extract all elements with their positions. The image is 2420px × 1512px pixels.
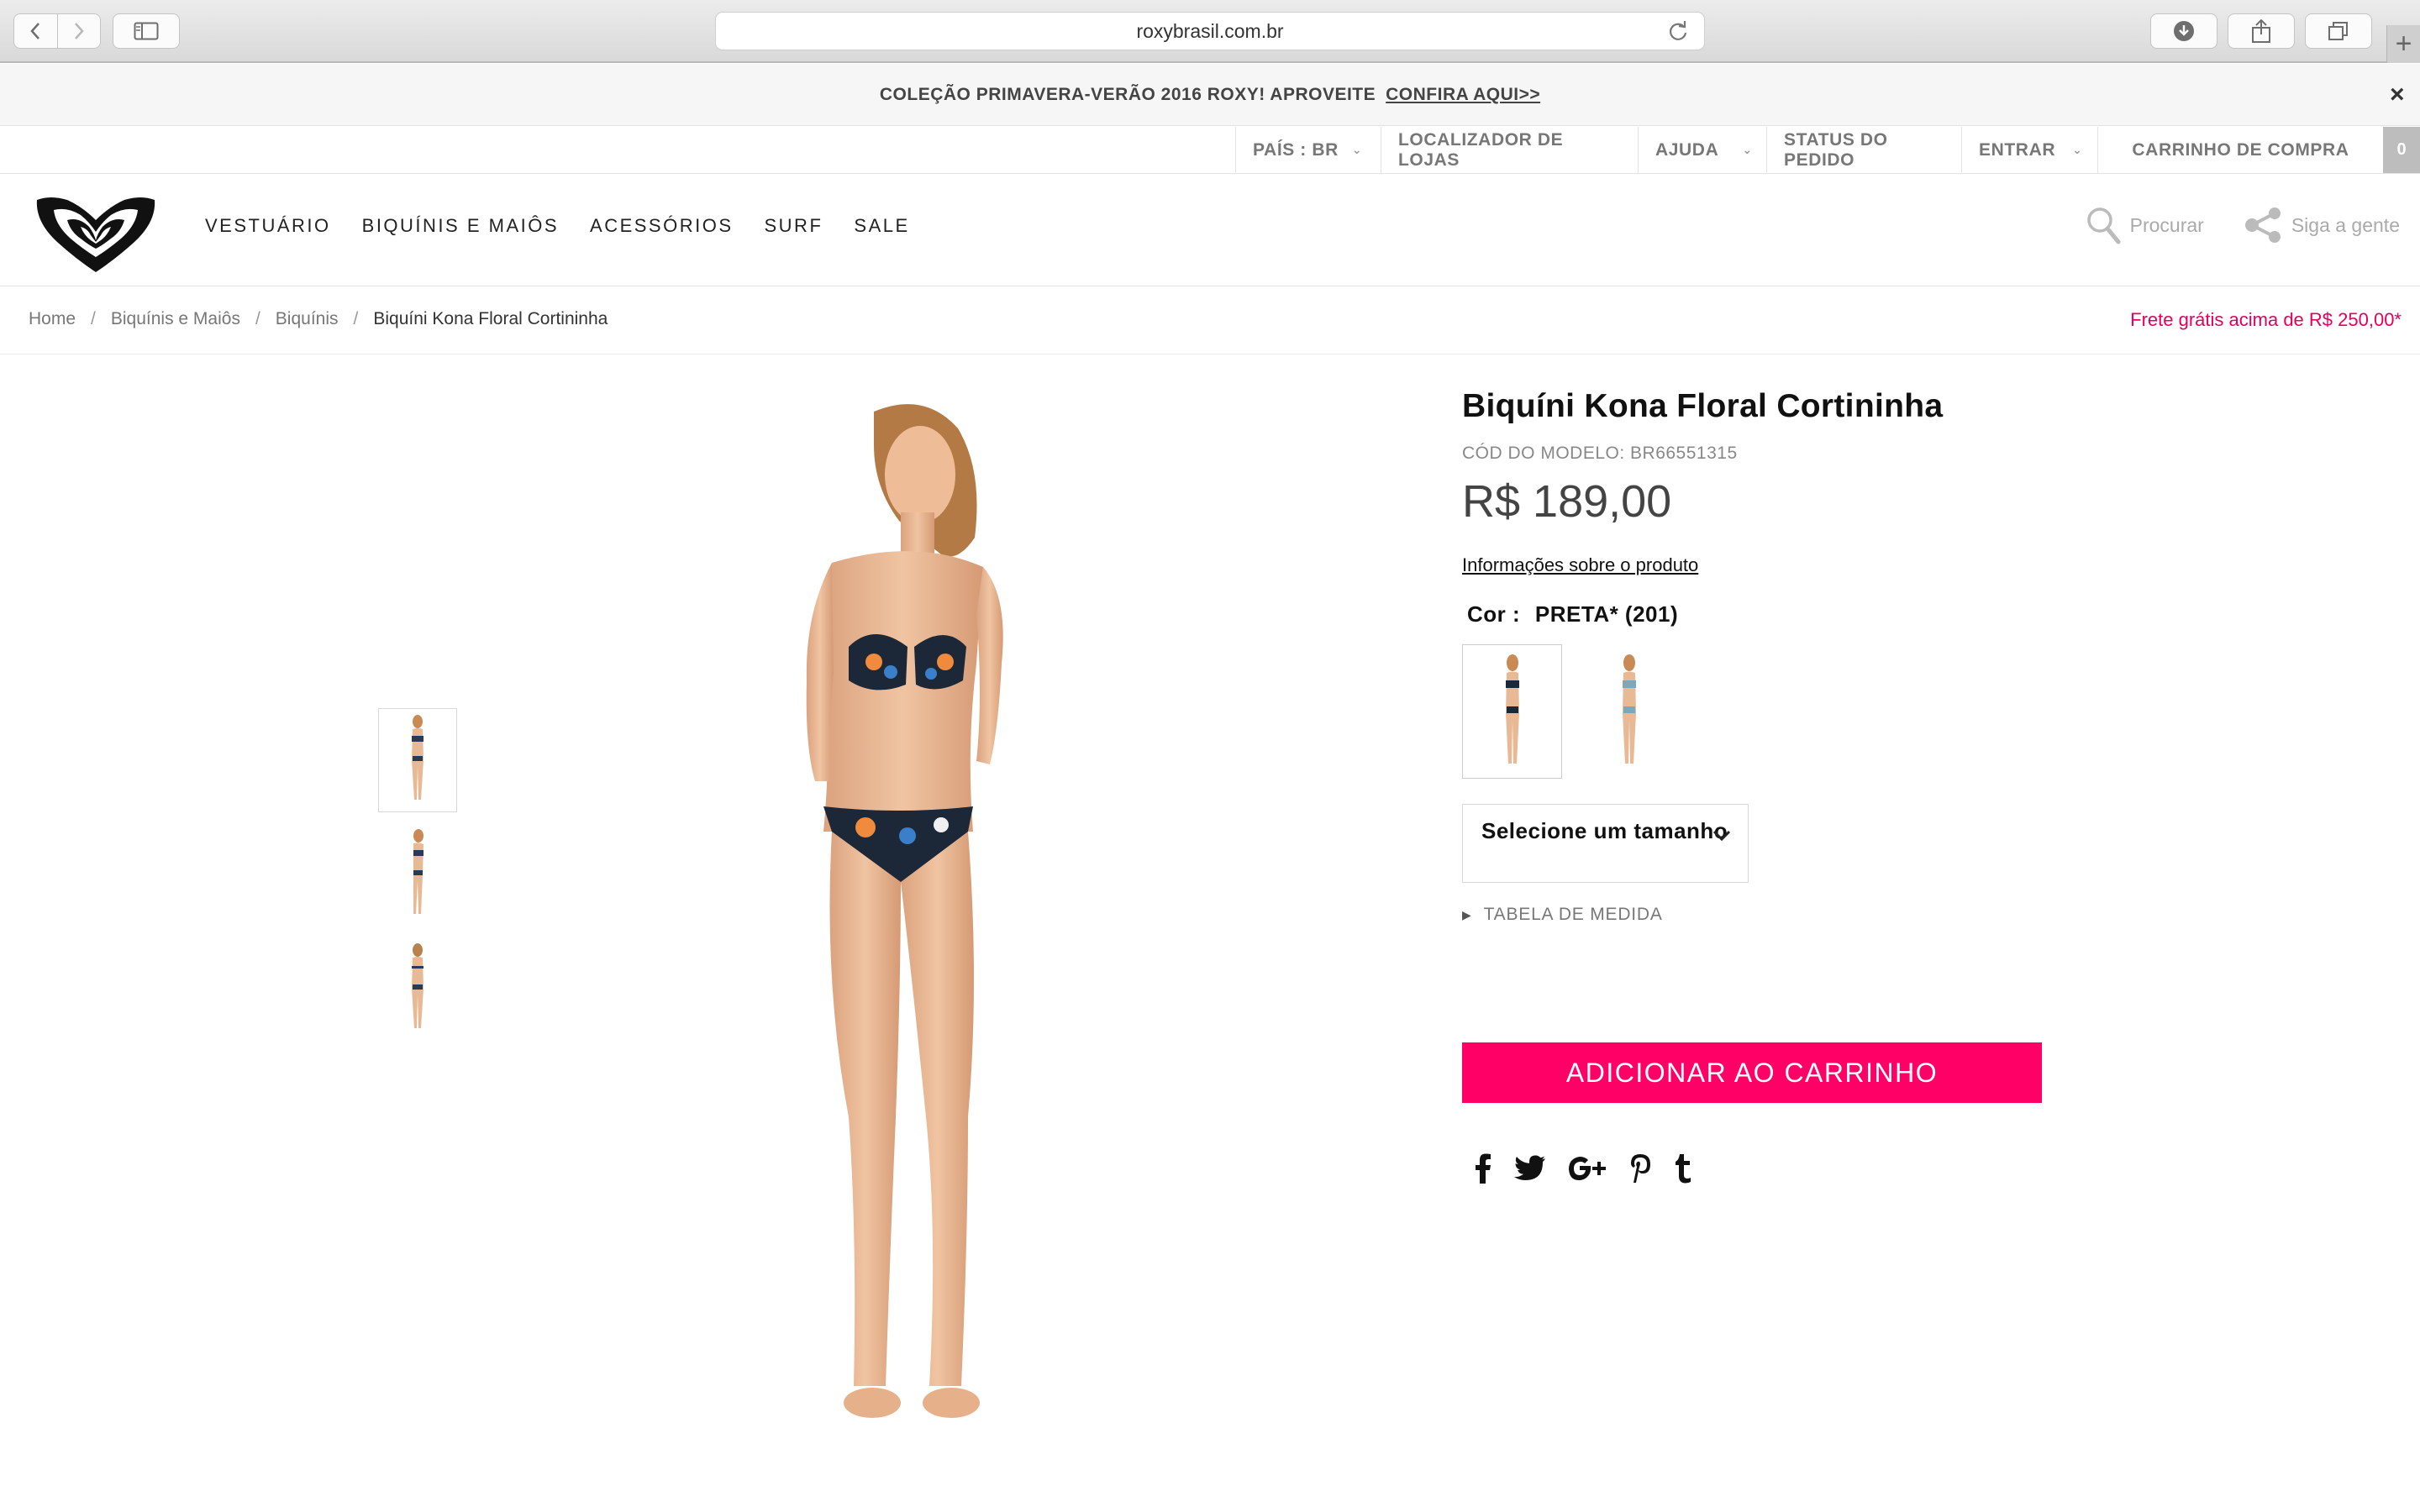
product-price: R$ 189,00 <box>1462 476 1672 527</box>
promo-bar: COLEÇÃO PRIMAVERA-VERÃO 2016 ROXY! APROV… <box>0 64 2420 126</box>
breadcrumb-separator: / <box>91 309 96 328</box>
free-shipping-note: Frete grátis acima de R$ 250,00* <box>2130 309 2402 330</box>
reload-icon[interactable] <box>1667 20 1689 47</box>
product-main-image[interactable] <box>706 395 1076 1453</box>
color-swatches <box>1462 644 2050 779</box>
cart-count-badge[interactable]: 0 <box>2383 127 2420 173</box>
help-menu[interactable]: AJUDA ⌄ <box>1638 127 1766 173</box>
forward-button[interactable] <box>56 14 101 48</box>
breadcrumb-bar: Home / Biquínis e Maiôs / Biquínis / Biq… <box>0 287 2420 354</box>
size-select-value: Selecione um tamanho <box>1481 818 1728 843</box>
chevron-down-icon <box>1712 820 1731 849</box>
thumbnail-back[interactable] <box>378 937 457 1041</box>
search-button[interactable]: Procurar <box>2085 205 2204 245</box>
roxy-logo[interactable] <box>34 192 158 276</box>
order-status-label: STATUS DO PEDIDO <box>1784 129 1888 170</box>
login-label: ENTRAR <box>1979 139 2056 160</box>
sidebar-toggle-button[interactable] <box>113 13 180 49</box>
color-selection: Cor : PRETA* (201) <box>1467 601 2050 627</box>
chevron-down-icon: ⌄ <box>1351 143 1363 156</box>
promo-link[interactable]: CONFIRA AQUI>> <box>1386 85 1540 105</box>
search-label: Procurar <box>2129 213 2204 236</box>
color-value: PRETA* (201) <box>1534 601 1679 627</box>
add-to-cart-button[interactable]: ADICIONAR AO CARRINHO <box>1462 1042 2042 1103</box>
primary-menu: VESTUÁRIO BIQUÍNIS E MAIÔS ACESSÓRIOS SU… <box>205 215 941 237</box>
cart-label: CARRINHO DE COMPRA <box>2132 139 2349 160</box>
twitter-icon[interactable] <box>1514 1155 1546 1182</box>
browser-toolbar: roxybrasil.com.br + <box>0 0 2420 63</box>
chevron-down-icon: ⌄ <box>2072 143 2083 156</box>
menu-item-acessorios[interactable]: ACESSÓRIOS <box>590 215 733 237</box>
downloads-button[interactable] <box>2150 13 2217 49</box>
product-thumbnails <box>378 708 457 1051</box>
cart-link[interactable]: CARRINHO DE COMPRA <box>2097 127 2383 173</box>
share-icon <box>2252 18 2270 43</box>
follow-us-button[interactable]: Siga a gente <box>2244 207 2400 244</box>
follow-us-label: Siga a gente <box>2291 213 2400 236</box>
breadcrumb-biquinis-maios[interactable]: Biquínis e Maiôs <box>111 309 240 329</box>
share-icon <box>2244 207 2281 243</box>
menu-item-vestuario[interactable]: VESTUÁRIO <box>205 215 331 237</box>
size-select[interactable]: Selecione um tamanho <box>1462 804 1749 883</box>
product-info: Biquíni Kona Floral Cortininha CÓD DO MO… <box>1462 388 2050 1184</box>
breadcrumb-separator: / <box>353 309 359 328</box>
google-plus-icon[interactable] <box>1568 1155 1608 1182</box>
address-bar[interactable]: roxybrasil.com.br <box>715 12 1705 50</box>
breadcrumb-biquinis[interactable]: Biquínis <box>276 309 339 329</box>
breadcrumb: Home / Biquínis e Maiôs / Biquínis / Biq… <box>29 309 608 329</box>
size-chart-toggle[interactable]: ▶ TABELA DE MEDIDA <box>1462 905 2050 925</box>
utility-bar: PAÍS : BR ⌄ LOCALIZADOR DE LOJAS AJUDA ⌄ S… <box>0 127 2420 174</box>
country-label: PAÍS : BR <box>1253 139 1339 160</box>
login-menu[interactable]: ENTRAR ⌄ <box>1961 127 2097 173</box>
tabs-icon <box>2328 22 2348 40</box>
help-label: AJUDA <box>1655 139 1719 160</box>
order-status-link[interactable]: STATUS DO PEDIDO <box>1766 127 1961 173</box>
facebook-icon[interactable] <box>1474 1153 1492 1184</box>
search-icon <box>2086 207 2121 244</box>
breadcrumb-separator: / <box>255 309 260 328</box>
back-button[interactable] <box>14 14 57 48</box>
product-info-link[interactable]: Informações sobre o produto <box>1462 554 1698 576</box>
social-share <box>1474 1153 2050 1184</box>
product-title: Biquíni Kona Floral Cortininha <box>1462 388 1944 424</box>
color-swatch-preta[interactable] <box>1462 644 1562 779</box>
store-locator-link[interactable]: LOCALIZADOR DE LOJAS <box>1381 127 1638 173</box>
sidebar-icon <box>134 22 159 40</box>
thumbnail-side[interactable] <box>378 822 457 927</box>
main-header: VESTUÁRIO BIQUÍNIS E MAIÔS ACESSÓRIOS SU… <box>0 175 2420 286</box>
product-code: CÓD DO MODELO: BR66551315 <box>1462 444 1738 463</box>
new-tab-button[interactable]: + <box>2386 25 2420 63</box>
caret-right-icon: ▶ <box>1462 907 1472 921</box>
close-icon[interactable]: × <box>2390 81 2405 109</box>
menu-item-biquinis-maios[interactable]: BIQUÍNIS E MAIÔS <box>362 215 559 237</box>
url-text: roxybrasil.com.br <box>1136 19 1284 42</box>
chevron-down-icon: ⌄ <box>1742 143 1753 156</box>
pinterest-icon[interactable] <box>1630 1153 1652 1184</box>
color-label: Cor : <box>1467 601 1521 627</box>
breadcrumb-home[interactable]: Home <box>29 309 76 329</box>
breadcrumb-current: Biquíni Kona Floral Cortininha <box>373 309 608 328</box>
share-button[interactable] <box>2228 13 2295 49</box>
history-buttons <box>13 13 101 49</box>
download-icon <box>2174 21 2194 41</box>
country-selector[interactable]: PAÍS : BR ⌄ <box>1235 127 1381 173</box>
menu-item-surf[interactable]: SURF <box>765 215 823 237</box>
thumbnail-front[interactable] <box>378 708 457 812</box>
store-locator-label: LOCALIZADOR DE LOJAS <box>1398 129 1564 170</box>
tumblr-icon[interactable] <box>1674 1153 1692 1184</box>
promo-text: COLEÇÃO PRIMAVERA-VERÃO 2016 ROXY! APROV… <box>879 84 1376 104</box>
tabs-overview-button[interactable] <box>2305 13 2372 49</box>
size-chart-label: TABELA DE MEDIDA <box>1483 905 1663 924</box>
menu-item-sale[interactable]: SALE <box>854 215 909 237</box>
color-swatch-alt[interactable] <box>1579 644 1679 779</box>
